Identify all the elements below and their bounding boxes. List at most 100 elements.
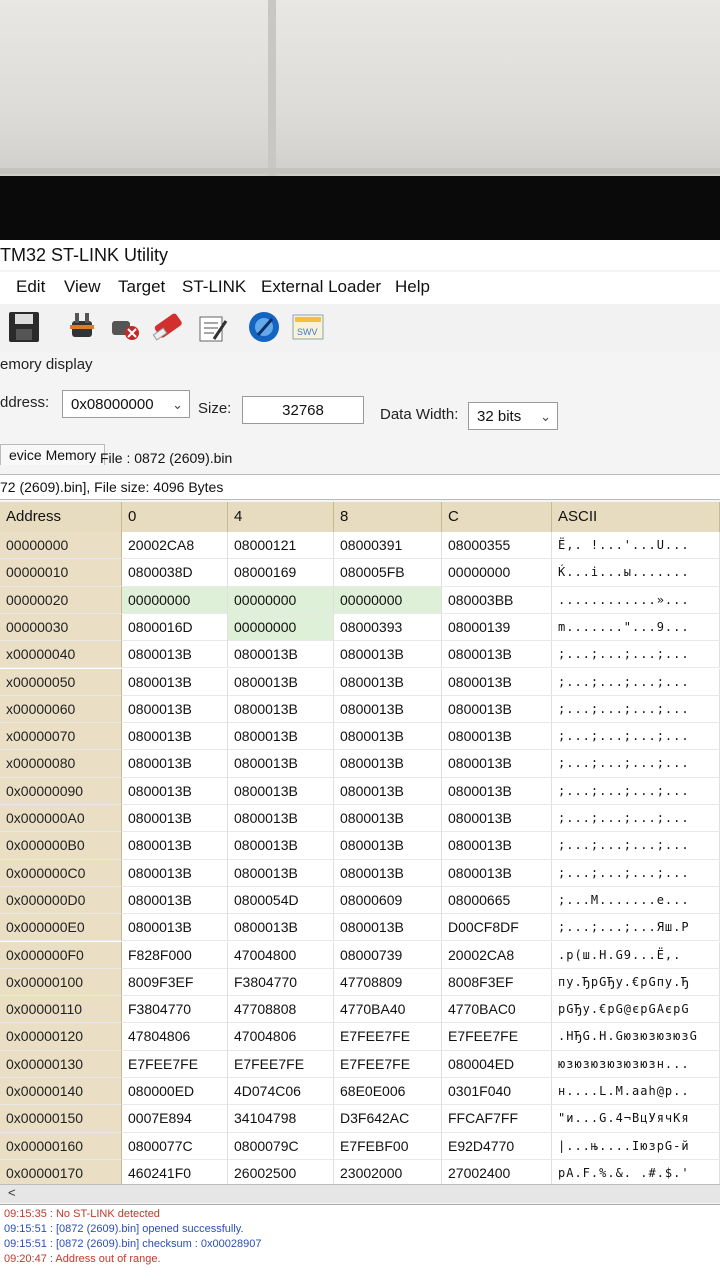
data-cell-0[interactable]: 0800013B <box>122 832 228 860</box>
table-row[interactable]: 0x000000F0 F828F000 47004800 08000739 20002C… <box>0 941 720 969</box>
save-icon[interactable] <box>6 309 42 345</box>
table-row[interactable]: 00000010 0800038D 08000169 080005FB 00000000… <box>0 559 720 587</box>
data-cell-c[interactable]: 20002CA8 <box>442 941 552 969</box>
data-cell-c[interactable]: 0800013B <box>442 859 552 887</box>
ascii-cell[interactable]: Ќ...i...ы....... <box>552 559 720 587</box>
disconnect-icon[interactable] <box>106 309 142 345</box>
table-row[interactable]: 00000000 20002CA8 08000121 08000391 08000355… <box>0 532 720 560</box>
menu-external-loader[interactable]: External Loader <box>261 277 381 297</box>
data-cell-8[interactable]: 08000739 <box>334 941 442 969</box>
data-cell-4[interactable]: 00000000 <box>228 613 334 642</box>
address-cell[interactable]: 0x00000150 <box>0 1105 122 1133</box>
menu-st-link[interactable]: ST-LINK <box>182 277 246 297</box>
data-cell-0[interactable]: 460241F0 <box>122 1159 228 1184</box>
column-header-ascii[interactable]: ASCII <box>552 502 720 532</box>
ascii-cell[interactable]: рA.F.%.&. .#.$.' <box>552 1159 720 1184</box>
address-cell[interactable]: x00000050 <box>0 668 122 696</box>
table-row[interactable]: 0x00000150 0007E894 34104798 D3F642AC FFCAF7… <box>0 1105 720 1133</box>
address-cell[interactable]: 0x000000F0 <box>0 941 122 969</box>
data-cell-4[interactable]: 0800013B <box>228 859 334 887</box>
address-cell[interactable]: 0x000000C0 <box>0 859 122 887</box>
data-cell-8[interactable]: 0800013B <box>334 641 442 669</box>
ascii-cell[interactable]: ;...;...;...;... <box>552 695 720 724</box>
ascii-cell[interactable]: .р(ш.H.G9...Ё,. <box>552 941 720 969</box>
table-row[interactable]: 0x000000B0 0800013B 0800013B 0800013B 080001… <box>0 832 720 860</box>
ascii-cell[interactable]: ............»... <box>552 586 720 614</box>
table-row[interactable]: 0x000000A0 0800013B 0800013B 0800013B 080001… <box>0 805 720 833</box>
data-cell-4[interactable]: 08000169 <box>228 559 334 587</box>
table-row[interactable]: 0x00000170 460241F0 26002500 23002000 270024… <box>0 1159 720 1184</box>
data-cell-c[interactable]: 0800013B <box>442 777 552 805</box>
scroll-left-icon[interactable]: < <box>8 1185 16 1200</box>
data-cell-8[interactable]: 00000000 <box>334 586 442 614</box>
data-cell-c[interactable]: E92D4770 <box>442 1132 552 1160</box>
data-cell-0[interactable]: 0800013B <box>122 723 228 751</box>
data-cell-4[interactable]: 0800013B <box>228 641 334 669</box>
data-cell-c[interactable]: D00CF8DF <box>442 914 552 942</box>
data-cell-0[interactable]: 0007E894 <box>122 1105 228 1133</box>
address-cell[interactable]: 0x000000E0 <box>0 914 122 942</box>
ascii-cell[interactable]: ;...;...;...;... <box>552 641 720 669</box>
data-cell-4[interactable]: E7FEE7FE <box>228 1050 334 1078</box>
ascii-cell[interactable]: ;...;...;...;... <box>552 805 720 833</box>
ascii-cell[interactable]: ;...;...;...Яш.Р <box>552 914 720 942</box>
table-row[interactable]: 0x00000160 0800077C 0800079C E7FEBF00 E92D47… <box>0 1132 720 1160</box>
data-cell-4[interactable]: 4D074C06 <box>228 1078 334 1106</box>
data-cell-c[interactable]: 0800013B <box>442 695 552 724</box>
address-cell[interactable]: 0x000000A0 <box>0 805 122 833</box>
data-cell-0[interactable]: 0800016D <box>122 613 228 642</box>
table-row[interactable]: 0x00000100 8009F3EF F3804770 47708809 8008F3… <box>0 968 720 997</box>
ascii-cell[interactable]: ;...;...;...;... <box>552 832 720 860</box>
data-cell-c[interactable]: 0800013B <box>442 832 552 860</box>
data-cell-8[interactable]: 080005FB <box>334 559 442 587</box>
ascii-cell[interactable]: н....L.M.aah@р.. <box>552 1078 720 1106</box>
data-cell-4[interactable]: 47004800 <box>228 941 334 969</box>
data-cell-4[interactable]: 34104798 <box>228 1105 334 1133</box>
table-row[interactable]: 0x00000130 E7FEE7FE E7FEE7FE E7FEE7FE 080004… <box>0 1050 720 1078</box>
data-cell-4[interactable]: 0800013B <box>228 914 334 942</box>
address-cell[interactable]: 00000020 <box>0 586 122 614</box>
update-icon[interactable] <box>246 309 282 345</box>
table-row[interactable]: 0x000000D0 0800013B 0800054D 08000609 080006… <box>0 886 720 915</box>
address-cell[interactable]: 0x00000130 <box>0 1050 122 1078</box>
data-cell-c[interactable]: 0301F040 <box>442 1078 552 1106</box>
ascii-cell[interactable]: ;...;...;...;... <box>552 723 720 751</box>
data-cell-c[interactable]: 00000000 <box>442 559 552 587</box>
data-cell-8[interactable]: 08000393 <box>334 613 442 642</box>
ascii-cell[interactable]: "и...G.4¬BцУячКя <box>552 1105 720 1133</box>
data-cell-0[interactable]: 47804806 <box>122 1023 228 1051</box>
table-row[interactable]: 00000020 00000000 00000000 00000000 080003BB… <box>0 586 720 614</box>
address-cell[interactable]: x00000070 <box>0 723 122 751</box>
data-cell-8[interactable]: 0800013B <box>334 777 442 805</box>
data-cell-8[interactable]: 0800013B <box>334 914 442 942</box>
data-cell-8[interactable]: 4770BA40 <box>334 996 442 1024</box>
data-cell-4[interactable]: 0800013B <box>228 723 334 751</box>
program-icon[interactable] <box>194 309 230 345</box>
data-cell-c[interactable]: 08000355 <box>442 532 552 560</box>
address-cell[interactable]: 0x00000090 <box>0 777 122 805</box>
menu-target[interactable]: Target <box>118 277 165 297</box>
data-cell-8[interactable]: D3F642AC <box>334 1105 442 1133</box>
data-cell-8[interactable]: E7FEE7FE <box>334 1050 442 1078</box>
data-cell-0[interactable]: E7FEE7FE <box>122 1050 228 1078</box>
data-cell-4[interactable]: 47004806 <box>228 1023 334 1051</box>
address-cell[interactable]: 00000010 <box>0 559 122 587</box>
menu-edit[interactable]: Edit <box>16 277 45 297</box>
data-cell-c[interactable]: 0800013B <box>442 750 552 778</box>
size-input[interactable]: 32768 <box>242 396 364 424</box>
address-cell[interactable]: 0x000000D0 <box>0 886 122 915</box>
data-cell-8[interactable]: 0800013B <box>334 695 442 724</box>
data-cell-8[interactable]: E7FEBF00 <box>334 1132 442 1160</box>
data-cell-8[interactable]: 0800013B <box>334 723 442 751</box>
data-cell-4[interactable]: 08000121 <box>228 532 334 560</box>
column-header-address[interactable]: Address <box>0 502 122 532</box>
data-cell-0[interactable]: 0800013B <box>122 750 228 778</box>
data-cell-8[interactable]: 23002000 <box>334 1159 442 1184</box>
data-cell-0[interactable]: 8009F3EF <box>122 968 228 997</box>
data-cell-0[interactable]: F828F000 <box>122 941 228 969</box>
data-cell-0[interactable]: 0800013B <box>122 641 228 669</box>
data-cell-c[interactable]: 080003BB <box>442 586 552 614</box>
ascii-cell[interactable]: юзюзюзюзюзюзн... <box>552 1050 720 1078</box>
data-cell-8[interactable]: 0800013B <box>334 832 442 860</box>
data-cell-c[interactable]: 080004ED <box>442 1050 552 1078</box>
